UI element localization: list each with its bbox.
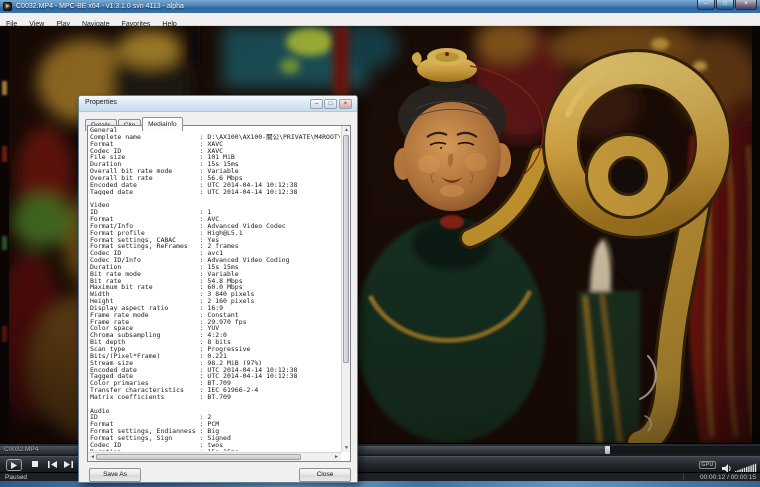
mediainfo-line: Color space : YUV: [90, 325, 340, 332]
mediainfo-line: Height : 2 160 pixels: [90, 298, 340, 305]
mediainfo-line: Encoded date : UTC 2014-04-14 10:12:38: [90, 367, 340, 374]
scroll-up-icon[interactable]: ▲: [342, 126, 351, 134]
mediainfo-line: Maximum bit rate : 60.0 Mbps: [90, 284, 340, 291]
horizontal-scroll-thumb[interactable]: [96, 454, 301, 460]
close-button[interactable]: ×: [735, 0, 757, 10]
dialog-close-action-button[interactable]: Close: [299, 468, 351, 482]
mediainfo-line: Codec ID : avc1: [90, 250, 340, 257]
mediainfo-line: Duration : 15s 15ms: [90, 449, 340, 451]
skip-forward-icon: [64, 461, 73, 468]
mediainfo-line: Codec ID : XAVC: [90, 148, 340, 155]
play-icon: [11, 462, 17, 469]
menu-bar: FileViewPlayNavigateFavoritesHelp: [0, 13, 760, 26]
mediainfo-line: Bit rate mode : Variable: [90, 271, 340, 278]
mediainfo-line: Stream size : 98.2 MiB (97%): [90, 360, 340, 367]
mediainfo-line: Overall bit rate mode : Variable: [90, 168, 340, 175]
mediainfo-line: Bit rate : 54.8 Mbps: [90, 278, 340, 285]
stop-icon: [32, 461, 38, 467]
properties-dialog: Properties – □ × DetailsClipMediaInfo Ge…: [78, 95, 358, 483]
mediainfo-line: Complete name : D:\AX100\AX100-關公\PRIVAT…: [90, 134, 340, 141]
skip-backward-icon: [48, 461, 57, 468]
mediainfo-line: Format/Info : Advanced Video Codec: [90, 223, 340, 230]
mediainfo-line: Duration : 15s 15ms: [90, 264, 340, 271]
mediainfo-line: Frame rate : 29.970 fps: [90, 319, 340, 326]
mediainfo-line: Matrix coefficients : BT.709: [90, 394, 340, 401]
mediainfo-text: GeneralComplete name : D:\AX100\AX100-關公…: [90, 127, 340, 451]
mediainfo-line: Frame rate mode : Constant: [90, 312, 340, 319]
mediainfo-line: Display aspect ratio : 16:9: [90, 305, 340, 312]
mediainfo-line: Width : 3 840 pixels: [90, 291, 340, 298]
mediainfo-line: Format settings, Sign : Signed: [90, 435, 340, 442]
mediainfo-line: General: [90, 127, 340, 134]
dialog-title: Properties: [85, 99, 117, 106]
mediainfo-line: Tagged date : UTC 2014-04-14 10:12:38: [90, 373, 340, 380]
scroll-right-icon[interactable]: ►: [332, 453, 341, 461]
mediainfo-line: Format : AVC: [90, 216, 340, 223]
mediainfo-line: Duration : 15s 15ms: [90, 161, 340, 168]
skip-forward-button[interactable]: [60, 459, 76, 471]
tab-mediainfo[interactable]: MediaInfo: [142, 117, 183, 131]
seek-thumb[interactable]: [605, 446, 610, 454]
mediainfo-line: Codec ID/Info : Advanced Video Coding: [90, 257, 340, 264]
mediainfo-line: Color primaries : BT.709: [90, 380, 340, 387]
mediainfo-line: [90, 195, 340, 202]
dialog-maximize-button[interactable]: □: [324, 99, 337, 109]
mediainfo-line: Overall bit rate : 56.6 Mbps: [90, 175, 340, 182]
minimize-button[interactable]: –: [697, 0, 715, 10]
mediainfo-line: Format : PCM: [90, 421, 340, 428]
horizontal-scrollbar[interactable]: ◄ ►: [88, 452, 341, 461]
dialog-titlebar[interactable]: Properties – □ ×: [79, 96, 357, 112]
mediainfo-line: Chroma subsampling : 4:2:0: [90, 332, 340, 339]
scroll-down-icon[interactable]: ▼: [342, 444, 351, 452]
window-titlebar[interactable]: C0032.MP4 - MPC-BE x64 - v1.3.1.0 svn 41…: [0, 0, 760, 13]
mediainfo-line: Bits/(Pixel*Frame) : 0.221: [90, 353, 340, 360]
mediainfo-line: Format settings, Endianness : Big: [90, 428, 340, 435]
statusbar-divider: [683, 474, 684, 480]
mediainfo-line: ID : 1: [90, 209, 340, 216]
mediainfo-line: Scan type : Progressive: [90, 346, 340, 353]
dialog-minimize-button[interactable]: –: [310, 99, 323, 109]
stop-button[interactable]: [27, 459, 43, 471]
mediainfo-line: ID : 2: [90, 414, 340, 421]
mediainfo-line: File size : 101 MiB: [90, 154, 340, 161]
app-icon: [3, 2, 12, 11]
play-button[interactable]: [6, 459, 22, 471]
seekbar-filename-label: C0032.MP4: [4, 446, 38, 453]
skip-backward-button[interactable]: [44, 459, 60, 471]
mediainfo-line: Codec ID : twos: [90, 442, 340, 449]
gpu-status-badge: GPU: [699, 461, 716, 469]
mediainfo-line: Transfer characteristics : IEC 61966-2-4: [90, 387, 340, 394]
mediainfo-line: Video: [90, 202, 340, 209]
vertical-scrollbar[interactable]: ▲ ▼: [341, 126, 350, 452]
mediainfo-line: Bit depth : 8 bits: [90, 339, 340, 346]
playback-status: Paused: [5, 474, 27, 481]
save-as-button[interactable]: Save As: [89, 468, 141, 482]
mediainfo-line: Audio: [90, 408, 340, 415]
vertical-scroll-thumb[interactable]: [343, 135, 349, 363]
dialog-close-button[interactable]: ×: [339, 99, 352, 109]
mediainfo-line: Tagged date : UTC 2014-04-14 10:12:38: [90, 189, 340, 196]
maximize-button[interactable]: □: [716, 0, 734, 10]
mediainfo-line: Encoded date : UTC 2014-04-14 10:12:38: [90, 182, 340, 189]
mediainfo-line: Format settings, CABAC : Yes: [90, 237, 340, 244]
window-title: C0032.MP4 - MPC-BE x64 - v1.3.1.0 svn 41…: [16, 1, 184, 12]
app-window: C0032.MP4 - MPC-BE x64 - v1.3.1.0 svn 41…: [0, 0, 760, 487]
mediainfo-line: Format settings, ReFrames : 2 frames: [90, 243, 340, 250]
mediainfo-line: Format profile : High@L5.1: [90, 230, 340, 237]
mediainfo-panel[interactable]: GeneralComplete name : D:\AX100\AX100-關公…: [87, 125, 351, 462]
mediainfo-line: Format : XAVC: [90, 141, 340, 148]
time-display: 00:00:12 / 00:00:15: [700, 474, 756, 481]
mediainfo-line: [90, 401, 340, 408]
